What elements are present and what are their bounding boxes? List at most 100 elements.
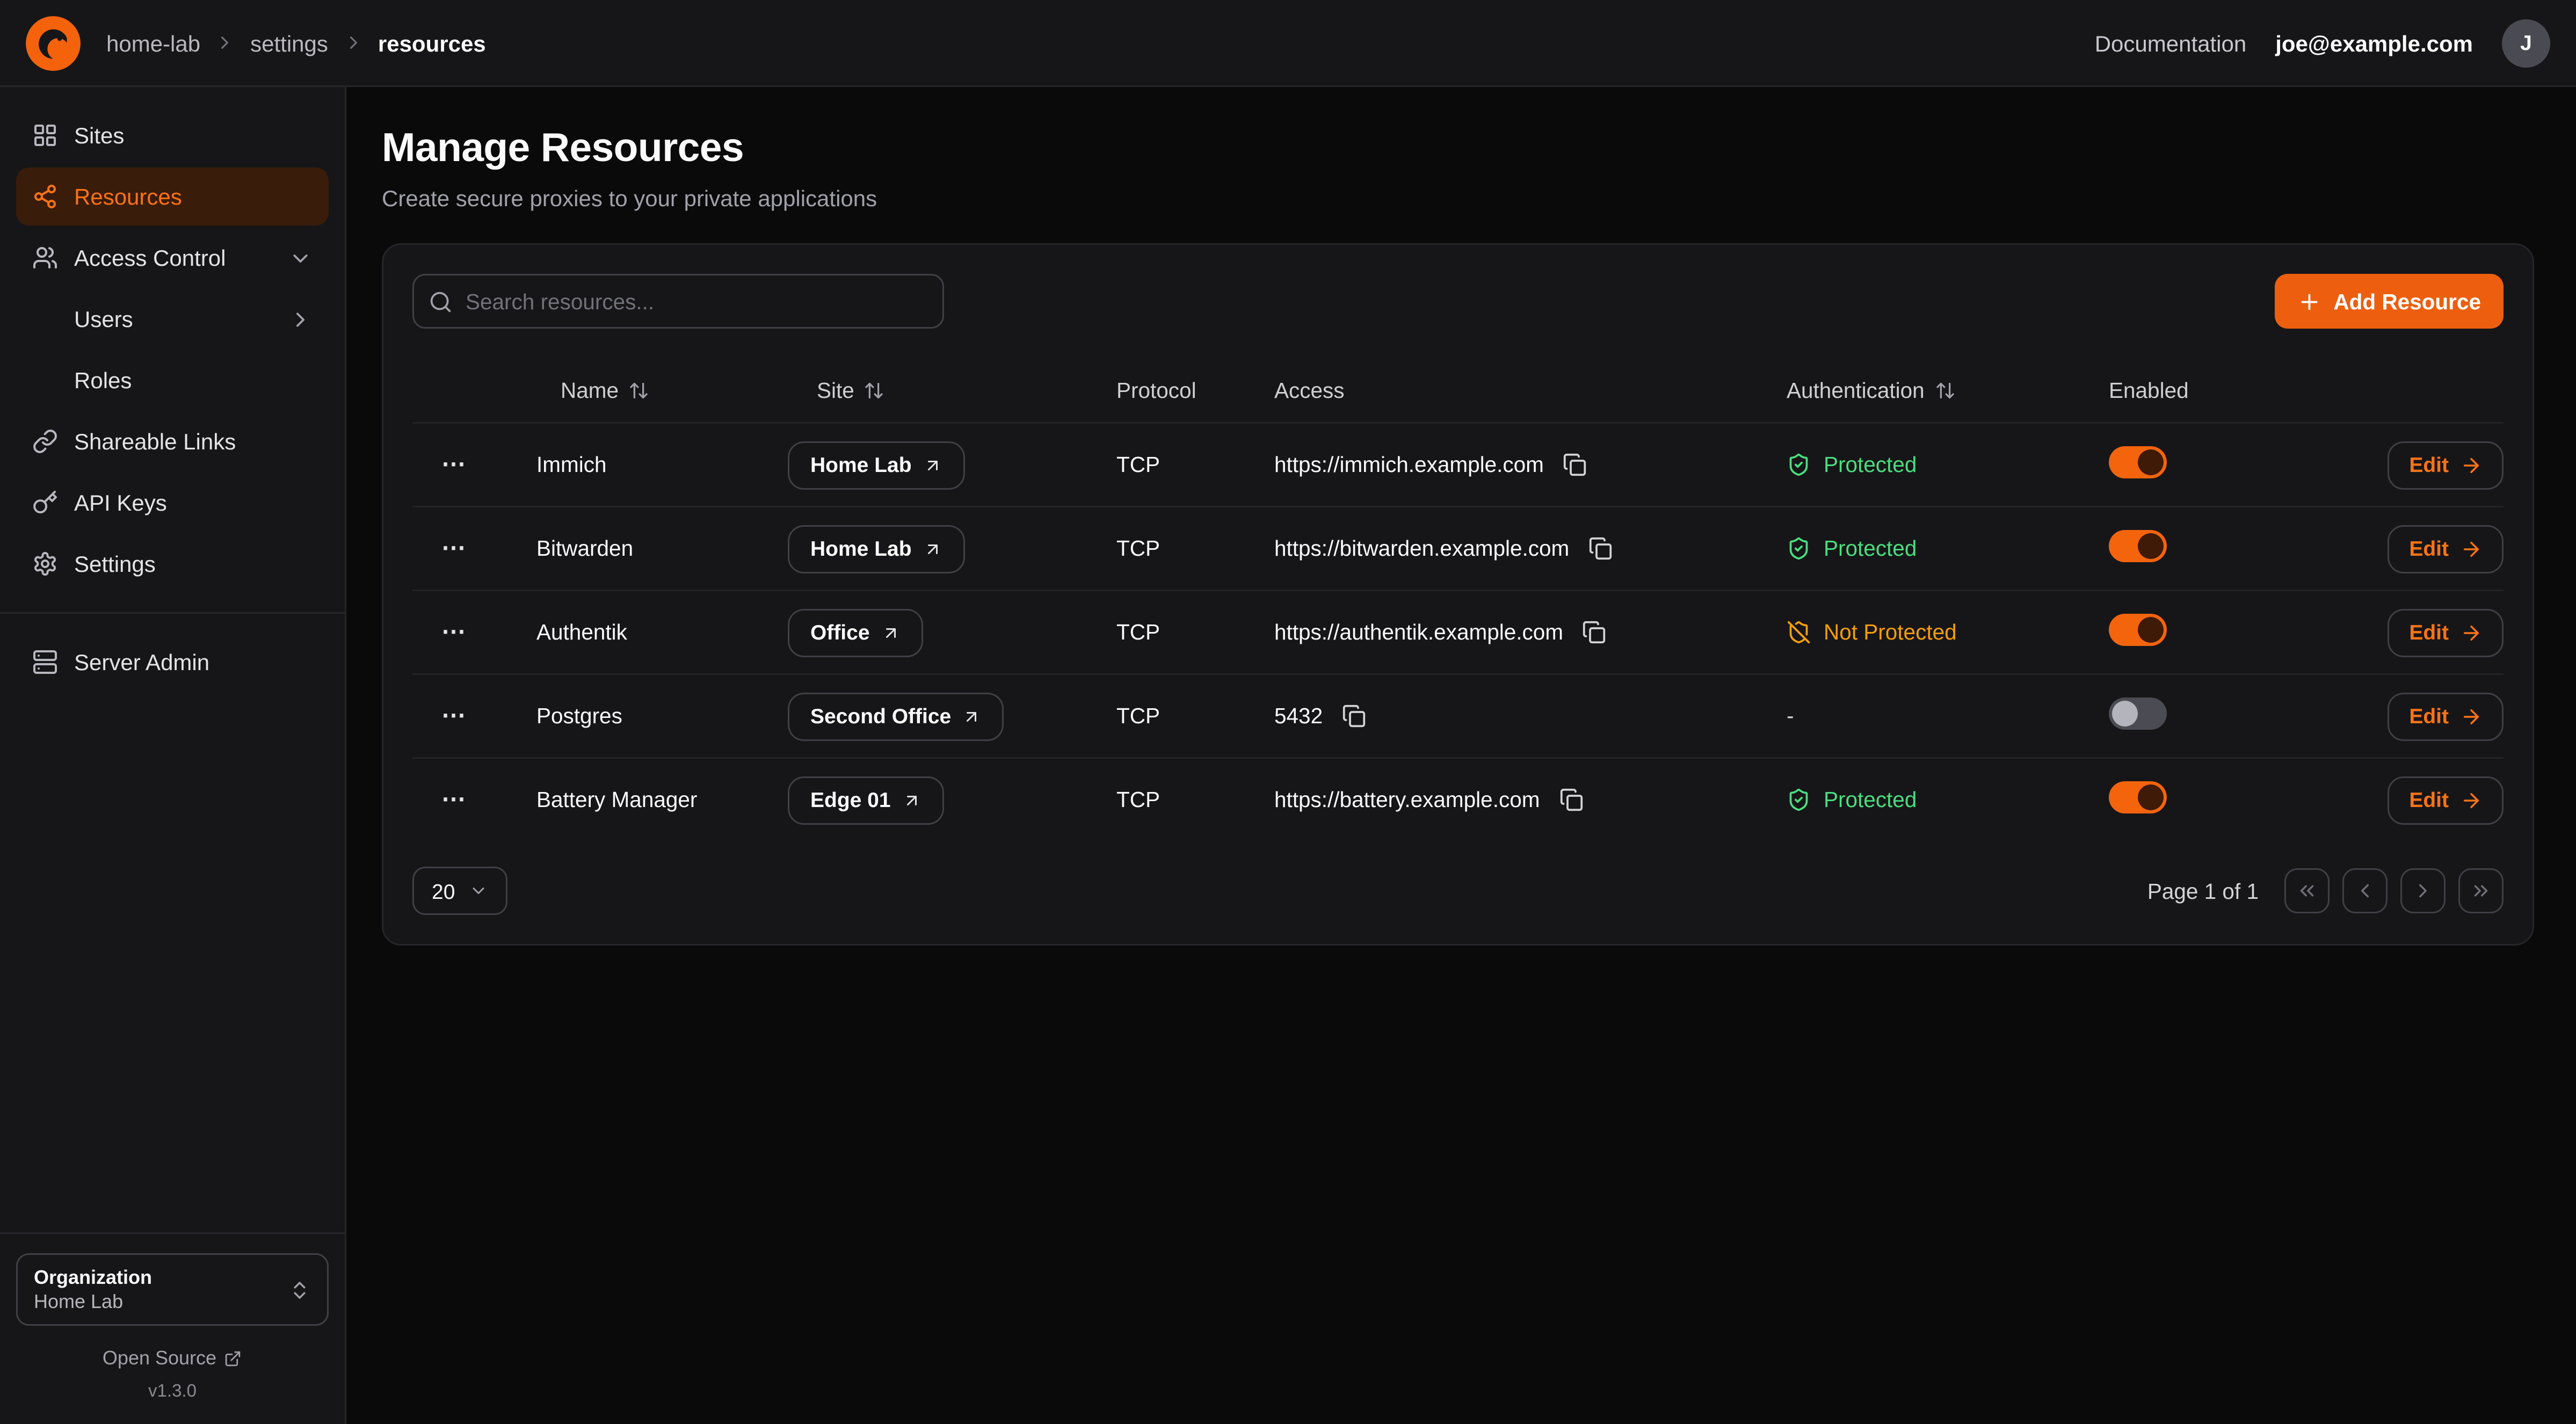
copy-icon[interactable] — [1579, 617, 1610, 648]
table-row: ⋯ Battery Manager Edge 01 TCP https://ba… — [412, 757, 2504, 841]
prev-page-button[interactable] — [2342, 868, 2388, 913]
next-page-button[interactable] — [2400, 868, 2446, 913]
page-info: Page 1 of 1 — [2147, 879, 2259, 903]
copy-icon[interactable] — [1560, 449, 1591, 480]
page-size-select[interactable]: 20 — [412, 867, 508, 915]
enabled-toggle[interactable] — [2109, 698, 2167, 730]
edit-button[interactable]: Edit — [2388, 692, 2504, 740]
sidebar-item-label: Shareable Links — [74, 428, 236, 454]
sidebar-item-roles[interactable]: Roles — [16, 351, 329, 409]
table-row: ⋯ Authentik Office TCP https://authentik… — [412, 590, 2504, 673]
sidebar-item-settings[interactable]: Settings — [16, 535, 329, 593]
open-source-label: Open Source — [103, 1347, 216, 1369]
column-header-protocol: Protocol — [1116, 378, 1274, 402]
sidebar-item-server-admin[interactable]: Server Admin — [16, 633, 329, 691]
users-icon — [32, 245, 58, 271]
chevron-right-icon — [288, 307, 313, 331]
access-value: https://immich.example.com — [1274, 453, 1544, 477]
copy-icon[interactable] — [1556, 784, 1586, 815]
breadcrumb-item-org[interactable]: home-lab — [106, 30, 200, 56]
arrow-right-icon — [2460, 621, 2483, 644]
arrow-up-right-icon — [881, 623, 901, 642]
row-menu-button[interactable]: ⋯ — [432, 781, 477, 818]
table-header: Name Site Protocol Access Authentication… — [412, 358, 2504, 422]
site-link[interactable]: Home Lab — [788, 525, 965, 573]
last-page-button[interactable] — [2458, 868, 2504, 913]
sidebar-item-access-control[interactable]: Access Control — [16, 229, 329, 287]
chevron-right-icon — [343, 32, 364, 53]
enabled-toggle[interactable] — [2109, 446, 2167, 478]
pagination: Page 1 of 1 — [2147, 868, 2504, 913]
site-link[interactable]: Office — [788, 608, 923, 657]
plus-icon — [2298, 289, 2322, 314]
sidebar-footer: Organization Home Lab Open Source v1.3.0 — [0, 1232, 345, 1401]
site-link[interactable]: Home Lab — [788, 441, 965, 489]
edit-button[interactable]: Edit — [2388, 776, 2504, 824]
resources-table: Name Site Protocol Access Authentication… — [412, 358, 2504, 841]
column-header-site[interactable]: Site — [817, 378, 885, 402]
link-icon — [32, 428, 58, 454]
column-header-access: Access — [1274, 378, 1787, 402]
enabled-toggle[interactable] — [2109, 530, 2167, 562]
resource-name: Battery Manager — [536, 788, 697, 812]
edit-button[interactable]: Edit — [2388, 608, 2504, 657]
sidebar-item-sites[interactable]: Sites — [16, 106, 329, 164]
column-header-enabled: Enabled — [2109, 378, 2331, 402]
add-resource-label: Add Resource — [2333, 289, 2481, 314]
enabled-toggle[interactable] — [2109, 614, 2167, 646]
edit-button[interactable]: Edit — [2388, 441, 2504, 489]
user-email[interactable]: joe@example.com — [2275, 30, 2473, 56]
external-link-icon — [224, 1349, 242, 1367]
page-size-value: 20 — [432, 879, 455, 903]
resource-name: Immich — [536, 453, 607, 477]
row-menu-button[interactable]: ⋯ — [432, 698, 477, 735]
copy-icon[interactable] — [1339, 701, 1369, 731]
arrow-up-right-icon — [962, 707, 982, 726]
breadcrumb-item-settings[interactable]: settings — [250, 30, 328, 56]
sort-icon — [1934, 380, 1955, 401]
row-menu-button[interactable]: ⋯ — [432, 446, 477, 483]
arrow-up-right-icon — [923, 539, 942, 558]
chevron-down-icon — [469, 881, 489, 900]
add-resource-button[interactable]: Add Resource — [2275, 274, 2504, 329]
chevrons-up-down-icon — [288, 1278, 311, 1301]
enabled-toggle[interactable] — [2109, 781, 2167, 813]
sidebar-item-resources[interactable]: Resources — [16, 168, 329, 226]
app-root: home-lab settings resources Documentatio… — [0, 0, 2576, 1424]
site-link[interactable]: Second Office — [788, 692, 1004, 740]
column-header-authentication[interactable]: Authentication — [1787, 378, 1955, 402]
search-input[interactable] — [412, 274, 944, 329]
shield-check-icon — [1787, 788, 1811, 812]
first-page-button[interactable] — [2284, 868, 2330, 913]
organization-value: Home Lab — [34, 1290, 152, 1313]
resource-name: Authentik — [536, 620, 627, 644]
resources-icon — [32, 184, 58, 209]
sort-icon — [864, 380, 885, 401]
documentation-link[interactable]: Documentation — [2095, 30, 2247, 56]
organization-selector[interactable]: Organization Home Lab — [16, 1253, 329, 1326]
row-menu-button[interactable]: ⋯ — [432, 530, 477, 567]
table-row: ⋯ Bitwarden Home Lab TCP https://bitward… — [412, 506, 2504, 590]
page-title: Manage Resources — [382, 126, 2534, 172]
sidebar-item-users[interactable]: Users — [16, 290, 329, 348]
protocol-value: TCP — [1116, 620, 1160, 644]
access-value: 5432 — [1274, 704, 1323, 728]
open-source-link[interactable]: Open Source — [16, 1347, 329, 1369]
site-link[interactable]: Edge 01 — [788, 776, 944, 824]
sidebar-item-label: Sites — [74, 122, 124, 148]
shield-off-icon — [1787, 620, 1811, 644]
edit-button[interactable]: Edit — [2388, 525, 2504, 573]
copy-icon[interactable] — [1585, 533, 1616, 564]
app-logo-icon[interactable] — [26, 16, 81, 70]
column-header-name[interactable]: Name — [561, 378, 649, 402]
sidebar-item-shareable-links[interactable]: Shareable Links — [16, 412, 329, 470]
key-icon — [32, 490, 58, 515]
resources-toolbar: Add Resource — [412, 274, 2504, 329]
sort-icon — [628, 380, 649, 401]
sidebar-item-api-keys[interactable]: API Keys — [16, 474, 329, 532]
search-box — [412, 274, 944, 329]
sidebar-item-label: Users — [74, 306, 133, 332]
auth-status: Protected — [1787, 536, 2109, 561]
row-menu-button[interactable]: ⋯ — [432, 614, 477, 651]
avatar[interactable]: J — [2502, 19, 2550, 67]
